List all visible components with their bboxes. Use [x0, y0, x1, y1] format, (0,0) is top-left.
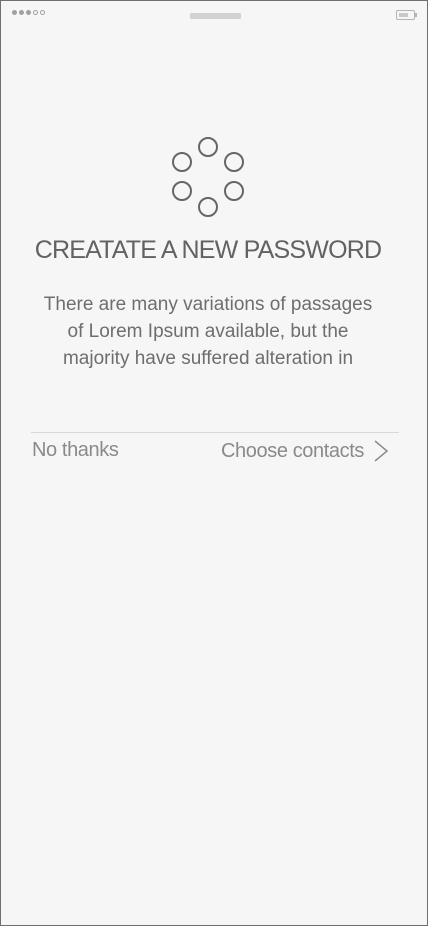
loading-spinner-icon	[169, 135, 247, 221]
signal-strength-icon	[12, 10, 45, 15]
choose-contacts-label: Choose contacts	[221, 439, 364, 462]
loading-spinner-svg	[172, 137, 244, 217]
battery-icon	[396, 10, 417, 20]
phone-frame: CREATATE A NEW PASSWORD There are many v…	[0, 0, 428, 926]
chevron-right-icon	[374, 440, 389, 462]
signal-dot	[19, 10, 24, 15]
description-text: There are many variations of passages of…	[43, 294, 373, 369]
signal-dot	[40, 10, 45, 15]
speaker-grille	[190, 13, 241, 19]
choose-contacts-button[interactable]: Choose contacts	[221, 439, 389, 463]
battery-level	[399, 13, 408, 17]
page-title: CREATATE A NEW PASSWORD	[34, 236, 382, 264]
divider	[31, 432, 399, 433]
signal-dot	[26, 10, 31, 15]
no-thanks-button[interactable]: No thanks	[32, 439, 119, 462]
signal-dot	[12, 10, 17, 15]
signal-dot	[33, 10, 38, 15]
